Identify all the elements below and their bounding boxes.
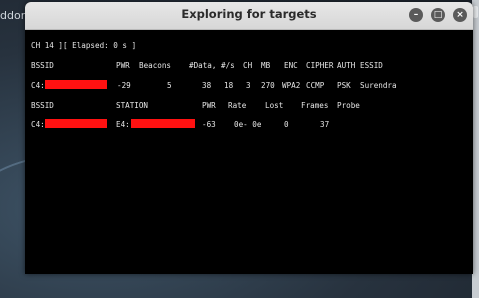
ap-row-data: 38 [202, 81, 212, 90]
ap-header-mb: MB [261, 61, 271, 70]
client-row-rate: 0e- 0e [234, 120, 262, 129]
client-header-pwr: PWR [202, 101, 216, 110]
client-header-bssid: BSSID [31, 101, 54, 110]
client-row-station-prefix: E4: [116, 120, 130, 129]
minimize-button[interactable]: – [409, 8, 423, 22]
ap-header-per-sec: #/s [221, 61, 235, 70]
ap-row-cipher: CCMP [306, 81, 325, 90]
maximize-icon: □ [433, 10, 443, 20]
window-title: Exploring for targets [181, 7, 317, 21]
ap-row-per-sec: 18 [224, 81, 234, 90]
status-line: CH 14 ][ Elapsed: 0 s ] [31, 41, 137, 50]
close-icon: × [456, 10, 464, 20]
ap-row-beacons: 5 [167, 81, 172, 90]
ap-header-beacons: Beacons [139, 61, 172, 70]
ap-header-data: #Data, [189, 61, 217, 70]
ap-header-bssid: BSSID [31, 61, 54, 70]
ap-header-enc: ENC [284, 61, 298, 70]
desktop-icon-label[interactable]: ddon [0, 9, 26, 22]
client-row-lost: 0 [284, 120, 289, 129]
ap-row-bssid-prefix: C4: [31, 81, 45, 90]
ap-row-auth: PSK [337, 81, 351, 90]
redacted-bssid [45, 80, 107, 89]
terminal-output[interactable]: CH 14 ][ Elapsed: 0 s ] BSSID PWR Beacon… [25, 30, 473, 274]
scroll-nub[interactable] [473, 6, 478, 18]
client-header-rate: Rate [228, 101, 247, 110]
ap-header-cipher: CIPHER [306, 61, 334, 70]
ap-row-essid: Surendra [360, 81, 397, 90]
ap-header-pwr: PWR [116, 61, 130, 70]
ap-header-ch: CH [243, 61, 253, 70]
adjacent-window-edge [472, 0, 479, 298]
close-button[interactable]: × [453, 8, 467, 22]
client-row-pwr: -63 [202, 120, 216, 129]
redacted-bssid [45, 119, 107, 128]
ap-row-pwr: -29 [117, 81, 131, 90]
terminal-window: Exploring for targets – □ × CH 14 ][ Ela… [25, 2, 473, 274]
client-header-probe: Probe [337, 101, 360, 110]
ap-row-mb: 270 [261, 81, 275, 90]
client-row-frames: 37 [320, 120, 330, 129]
redacted-station [131, 119, 195, 128]
client-row-bssid-prefix: C4: [31, 120, 45, 129]
ap-row-ch: 3 [246, 81, 251, 90]
client-header-station: STATION [116, 101, 149, 110]
maximize-button[interactable]: □ [431, 8, 445, 22]
ap-row-enc: WPA2 [282, 81, 301, 90]
titlebar[interactable]: Exploring for targets – □ × [25, 2, 473, 30]
client-header-lost: Lost [265, 101, 284, 110]
ap-header-auth: AUTH [337, 61, 356, 70]
client-header-frames: Frames [301, 101, 329, 110]
ap-header-essid: ESSID [360, 61, 383, 70]
minimize-icon: – [413, 10, 419, 20]
